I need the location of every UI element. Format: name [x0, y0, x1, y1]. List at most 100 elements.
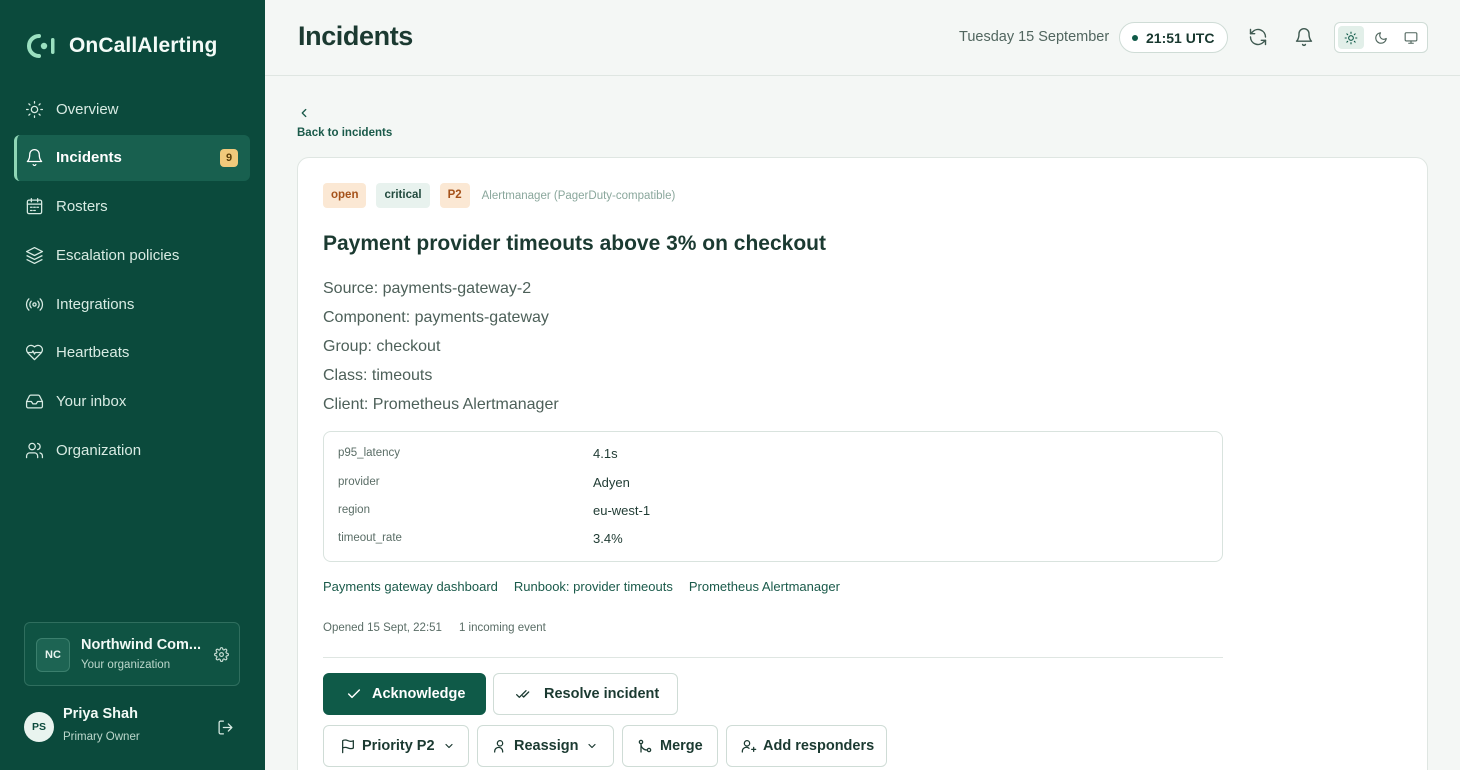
monitor-icon — [1404, 31, 1418, 44]
sidebar-item-label: Incidents — [56, 149, 122, 167]
incident-meta: Source: payments-gateway-2 Component: pa… — [323, 278, 559, 423]
acknowledge-button[interactable]: Acknowledge — [323, 673, 486, 715]
chevron-left-icon — [301, 108, 307, 118]
broadcast-icon — [25, 297, 44, 311]
brand-name: OnCallAlerting — [69, 34, 218, 57]
incidents-count-badge: 9 — [220, 148, 238, 167]
reassign-label: Reassign — [514, 738, 579, 754]
organization-switcher[interactable]: NC Northwind Com... Your organization — [24, 622, 240, 686]
sidebar-item-label: Integrations — [56, 295, 135, 313]
link-runbook[interactable]: Runbook: provider timeouts — [514, 579, 673, 594]
sidebar-item-heartbeats[interactable]: Heartbeats — [14, 330, 250, 376]
sidebar-item-your-inbox[interactable]: Your inbox — [14, 379, 250, 425]
incident-tags: open critical P2 Alertmanager (PagerDuty… — [323, 183, 675, 208]
clock-time: 21:51 UTC — [1146, 29, 1215, 46]
incoming-events-count: 1 incoming event — [458, 622, 546, 634]
sidebar-item-integrations[interactable]: Integrations — [14, 281, 250, 327]
current-date: Tuesday 15 September — [959, 29, 1110, 45]
sidebar: OnCallAlerting Overview Incidents 9 Rost… — [0, 0, 265, 770]
add-responders-button[interactable]: Add responders — [726, 725, 887, 767]
detail-key: p95_latency — [338, 447, 401, 459]
sidebar-item-rosters[interactable]: Rosters — [14, 184, 250, 230]
users-icon — [25, 442, 44, 459]
sidebar-item-label: Escalation policies — [56, 246, 180, 264]
theme-system-button[interactable] — [1398, 26, 1424, 49]
incident-detail-card: open critical P2 Alertmanager (PagerDuty… — [297, 157, 1428, 770]
sidebar-item-organization[interactable]: Organization — [14, 428, 250, 474]
user-name: Priya Shah — [63, 706, 138, 722]
notifications-bell-icon[interactable] — [1294, 27, 1314, 47]
table-row: p95_latency 4.1s — [338, 446, 1198, 467]
table-row: region eu-west-1 — [338, 503, 1198, 524]
sidebar-item-label: Overview — [56, 100, 119, 118]
heart-pulse-icon — [25, 345, 44, 361]
avatar: PS — [24, 712, 54, 742]
priority-label: Priority P2 — [362, 738, 435, 754]
back-to-incidents-link[interactable]: Back to incidents — [297, 106, 392, 141]
theme-dark-button[interactable] — [1368, 26, 1394, 49]
resolve-label: Resolve incident — [544, 686, 660, 702]
meta-client: Client: Prometheus Alertmanager — [323, 396, 559, 413]
meta-class: Class: timeouts — [323, 367, 433, 384]
sidebar-item-incidents[interactable]: Incidents 9 — [14, 134, 250, 181]
sidebar-item-label: Heartbeats — [56, 344, 130, 362]
layers-icon — [25, 246, 44, 264]
chevron-down-icon — [588, 743, 597, 749]
incident-title: Payment provider timeouts above 3% on ch… — [323, 232, 826, 255]
sidebar-item-escalation-policies[interactable]: Escalation policies — [14, 232, 250, 278]
inbox-icon — [25, 394, 44, 409]
sidebar-item-overview[interactable]: Overview — [14, 86, 250, 132]
user-role: Primary Owner — [63, 731, 140, 743]
priority-badge: P2 — [439, 183, 470, 208]
detail-key: provider — [338, 476, 380, 488]
bell-icon — [26, 149, 43, 167]
brand[interactable]: OnCallAlerting — [25, 32, 217, 60]
sun-icon — [25, 100, 44, 118]
back-label: Back to incidents — [297, 127, 393, 139]
double-check-icon — [516, 690, 530, 698]
org-avatar: NC — [36, 638, 70, 672]
refresh-icon[interactable] — [1248, 27, 1268, 47]
gear-icon[interactable] — [214, 647, 229, 662]
severity-badge: critical — [376, 183, 430, 208]
divider — [323, 657, 1223, 658]
theme-light-button[interactable] — [1338, 26, 1364, 49]
sidebar-item-label: Your inbox — [56, 393, 127, 411]
custom-details-table: p95_latency 4.1s provider Adyen region e… — [323, 431, 1223, 562]
git-merge-icon — [638, 739, 652, 753]
logout-icon[interactable] — [217, 719, 234, 736]
check-icon — [347, 689, 361, 699]
opened-at: Opened 15 Sept, 22:51 — [323, 622, 442, 634]
sidebar-item-label: Rosters — [56, 198, 108, 216]
org-name: Northwind Com... — [81, 637, 202, 653]
theme-switcher — [1334, 22, 1428, 53]
sun-icon — [1344, 31, 1358, 44]
detail-value: 3.4% — [593, 531, 623, 546]
chevron-down-icon — [444, 743, 453, 749]
detail-value: 4.1s — [593, 446, 618, 461]
table-row: provider Adyen — [338, 475, 1198, 496]
detail-value: eu-west-1 — [593, 503, 651, 518]
add-responders-label: Add responders — [763, 738, 875, 754]
table-row: timeout_rate 3.4% — [338, 531, 1198, 552]
merge-button[interactable]: Merge — [622, 725, 718, 767]
sidebar-nav: Overview Incidents 9 Rosters Escalation … — [14, 86, 250, 476]
incident-timestamps: Opened 15 Sept, 22:51 1 incoming event — [323, 622, 546, 634]
reassign-dropdown[interactable]: Reassign — [477, 725, 614, 767]
resolve-incident-button[interactable]: Resolve incident — [493, 673, 678, 715]
detail-value: Adyen — [593, 475, 630, 490]
user-icon — [494, 740, 504, 753]
user-profile[interactable]: PS Priya Shah Primary Owner — [24, 704, 240, 750]
link-payments-dashboard[interactable]: Payments gateway dashboard — [323, 579, 498, 594]
priority-dropdown[interactable]: Priority P2 — [323, 725, 469, 767]
meta-group: Group: checkout — [323, 338, 441, 355]
moon-icon — [1375, 31, 1387, 44]
user-plus-icon — [741, 740, 757, 753]
sidebar-item-label: Organization — [56, 442, 142, 460]
page-title: Incidents — [298, 21, 413, 51]
meta-source: Source: payments-gateway-2 — [323, 280, 532, 297]
status-badge: open — [323, 183, 367, 208]
link-alertmanager[interactable]: Prometheus Alertmanager — [689, 579, 840, 594]
merge-label: Merge — [660, 738, 703, 754]
status-dot-icon — [1132, 34, 1138, 41]
